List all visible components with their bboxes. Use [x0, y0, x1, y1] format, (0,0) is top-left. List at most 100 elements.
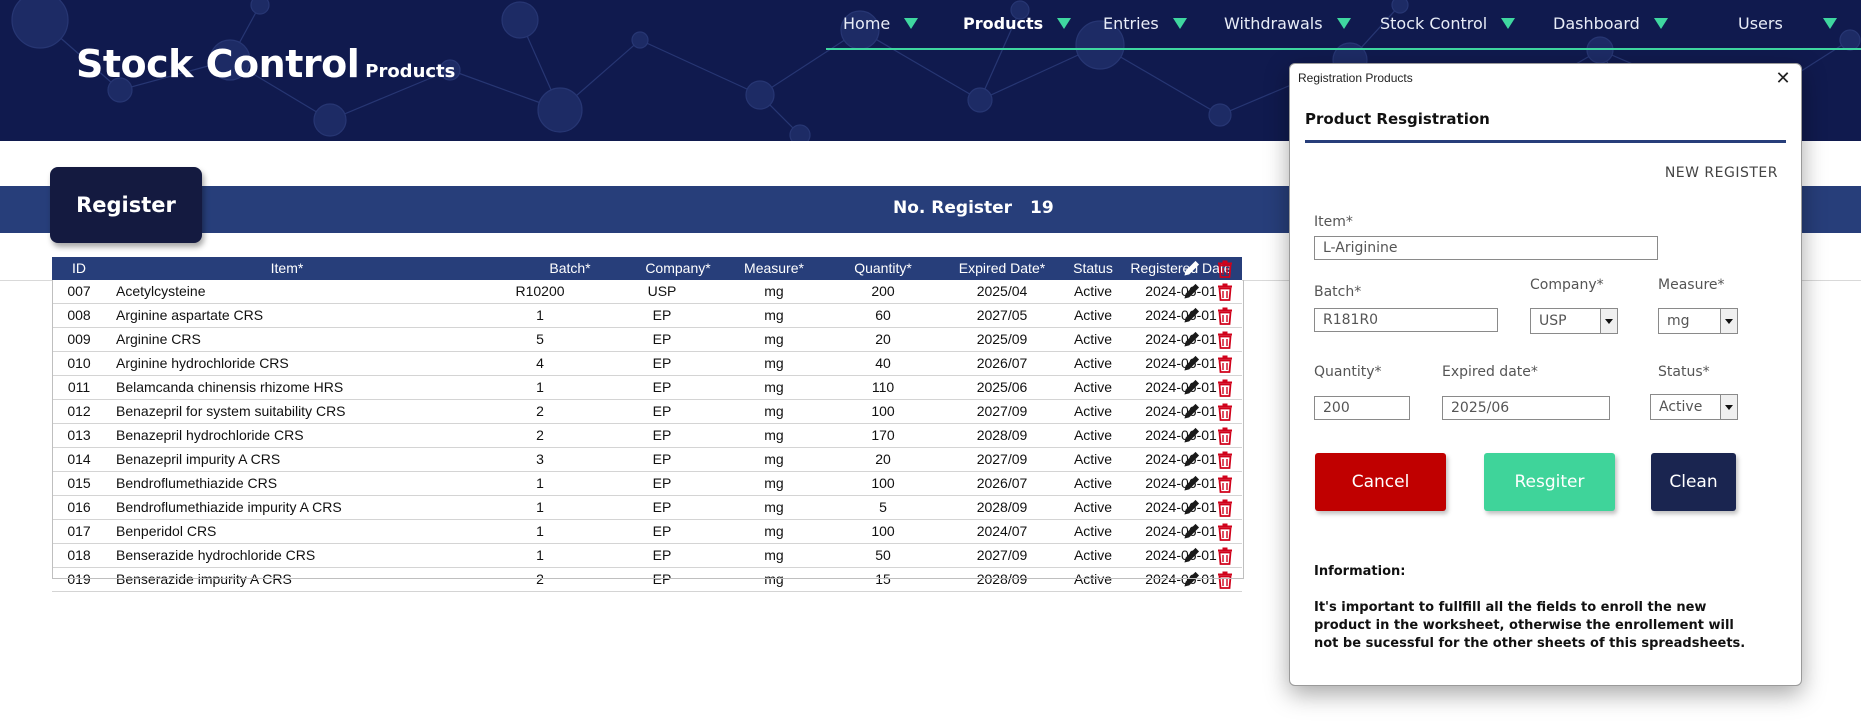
table-cell: EP	[652, 475, 672, 491]
delete-trash-icon[interactable]	[1216, 451, 1234, 469]
table-row[interactable]: 013 Benazepril hydrochloride CRS 2 EP mg 170 2…	[52, 424, 1242, 448]
products-table: ID Item* Batch* Company* Measure* Quantity* Ex…	[52, 257, 1242, 592]
register-button[interactable]: Resgiter	[1484, 453, 1615, 511]
table-row[interactable]: 016 Bendroflumethiazide impurity A CRS 1 EP…	[52, 496, 1242, 520]
chevron-down-icon	[1336, 17, 1351, 29]
table-row[interactable]: 010 Arginine hydrochloride CRS 4 EP mg 40 2026…	[52, 352, 1242, 376]
measure-select[interactable]: mg	[1658, 308, 1738, 334]
table-cell: 3	[536, 451, 544, 467]
table-cell: Bendroflumethiazide CRS	[116, 475, 278, 491]
table-cell: 2024/07	[976, 523, 1028, 539]
chevron-down-icon	[904, 17, 919, 29]
edit-pencil-icon[interactable]	[1182, 523, 1200, 541]
edit-pencil-icon[interactable]	[1182, 547, 1200, 565]
table-cell: Active	[1073, 451, 1113, 467]
register-tab-button[interactable]: Register	[50, 167, 202, 243]
table-cell: 2028/09	[976, 427, 1028, 443]
table-cell: mg	[764, 307, 784, 323]
table-cell: 110	[871, 379, 895, 395]
status-value: Active	[1659, 399, 1703, 415]
edit-pencil-icon[interactable]	[1182, 499, 1200, 517]
table-row[interactable]: 008 Arginine aspartate CRS 1 EP mg 60 2027/05 A…	[52, 304, 1242, 328]
column-header: Measure*	[744, 260, 804, 276]
table-cell: 5	[879, 499, 887, 515]
dropdown-arrow-icon[interactable]	[1600, 309, 1617, 333]
table-cell: Benperidol CRS	[116, 523, 217, 539]
delete-trash-icon[interactable]	[1216, 523, 1234, 541]
info-heading: Information:	[1314, 564, 1406, 579]
edit-pencil-icon[interactable]	[1182, 379, 1200, 397]
clean-button[interactable]: Clean	[1651, 453, 1736, 511]
table-cell: Benserazide hydrochloride CRS	[116, 547, 316, 563]
delete-trash-icon[interactable]	[1216, 283, 1234, 301]
close-icon[interactable]: ✕	[1771, 66, 1795, 90]
status-label: Status*	[1658, 364, 1710, 380]
delete-trash-icon[interactable]	[1216, 307, 1234, 325]
delete-trash-icon[interactable]	[1216, 547, 1234, 565]
delete-trash-icon[interactable]	[1216, 427, 1234, 445]
table-cell: mg	[764, 283, 784, 299]
table-row[interactable]: 007 Acetylcysteine R10200 USP mg 200 2025/04 Ac…	[52, 280, 1242, 304]
nav-entries[interactable]: Entries	[1103, 12, 1187, 34]
edit-pencil-icon[interactable]	[1182, 403, 1200, 421]
edit-pencil-icon[interactable]	[1182, 427, 1200, 445]
edit-pencil-icon[interactable]	[1182, 283, 1200, 301]
edit-pencil-icon[interactable]	[1182, 451, 1200, 469]
app-subtitle: Products	[365, 61, 456, 82]
table-cell: 2027/09	[976, 403, 1028, 419]
nav-entries-label: Entries	[1103, 13, 1159, 33]
table-cell: mg	[764, 547, 784, 563]
delete-trash-icon[interactable]	[1216, 499, 1234, 517]
company-select[interactable]: USP	[1530, 308, 1618, 334]
cancel-button[interactable]: Cancel	[1315, 453, 1446, 511]
delete-trash-icon[interactable]	[1216, 379, 1234, 397]
app-title-text: Stock Control	[76, 42, 360, 86]
edit-pencil-icon[interactable]	[1182, 571, 1200, 589]
nav-home-label: Home	[843, 13, 891, 33]
table-row[interactable]: 012 Benazepril for system suitability CRS…	[52, 400, 1242, 424]
status-select[interactable]: Active	[1650, 394, 1738, 420]
delete-trash-icon[interactable]	[1216, 571, 1234, 589]
column-header: Expired Date*	[958, 260, 1046, 276]
edit-pencil-icon[interactable]	[1182, 331, 1200, 349]
edit-pencil-icon[interactable]	[1182, 307, 1200, 325]
expired-date-field[interactable]: 2025/06	[1442, 396, 1610, 420]
table-cell: 1	[536, 379, 544, 395]
batch-field[interactable]: R181R0	[1314, 308, 1498, 332]
table-cell: USP	[647, 283, 677, 299]
table-cell: Active	[1073, 523, 1113, 539]
delete-trash-icon[interactable]	[1216, 355, 1234, 373]
table-cell: mg	[764, 571, 784, 587]
table-cell: 2028/09	[976, 499, 1028, 515]
delete-trash-icon[interactable]	[1216, 403, 1234, 421]
table-row[interactable]: 014 Benazepril impurity A CRS 3 EP mg 20 2027/…	[52, 448, 1242, 472]
nav-products[interactable]: Products	[963, 12, 1072, 34]
table-row[interactable]: 015 Bendroflumethiazide CRS 1 EP mg 100 2026/0…	[52, 472, 1242, 496]
table-cell: 2	[536, 427, 544, 443]
item-field[interactable]: L-Ariginine	[1314, 236, 1658, 260]
table-row[interactable]: 017 Benperidol CRS 1 EP mg 100 2024/07 Active 20…	[52, 520, 1242, 544]
item-label: Item*	[1314, 214, 1353, 230]
nav-withdrawals[interactable]: Withdrawals	[1224, 12, 1351, 34]
quantity-field[interactable]: 200	[1314, 396, 1410, 420]
delete-trash-icon[interactable]	[1216, 331, 1234, 349]
mode-label: NEW REGISTER	[1664, 165, 1778, 181]
table-row[interactable]: 019 Benserazide impurity A CRS 2 EP mg 15 2028…	[52, 568, 1242, 592]
edit-pencil-icon[interactable]	[1182, 475, 1200, 493]
table-row[interactable]: 009 Arginine CRS 5 EP mg 20 2025/09 Active 2024-…	[52, 328, 1242, 352]
table-cell: 018	[67, 547, 91, 563]
delete-trash-icon[interactable]	[1216, 475, 1234, 493]
table-row[interactable]: 011 Belamcanda chinensis rhizome HRS 1 EP mg…	[52, 376, 1242, 400]
dialog-divider	[1305, 140, 1786, 143]
dialog-window-title: Registration Products	[1298, 71, 1413, 85]
nav-home[interactable]: Home	[843, 12, 919, 34]
table-row[interactable]: 018 Benserazide hydrochloride CRS 1 EP mg 50 2…	[52, 544, 1242, 568]
table-cell: 20	[875, 331, 891, 347]
table-cell: Acetylcysteine	[116, 283, 206, 299]
dropdown-arrow-icon[interactable]	[1720, 395, 1737, 419]
dropdown-arrow-icon[interactable]	[1720, 309, 1737, 333]
edit-pencil-icon[interactable]	[1182, 355, 1200, 373]
nav-users[interactable]: Users	[1738, 12, 1837, 34]
nav-stock-control[interactable]: Stock Control	[1380, 12, 1516, 34]
nav-dashboard[interactable]: Dashboard	[1553, 12, 1668, 34]
